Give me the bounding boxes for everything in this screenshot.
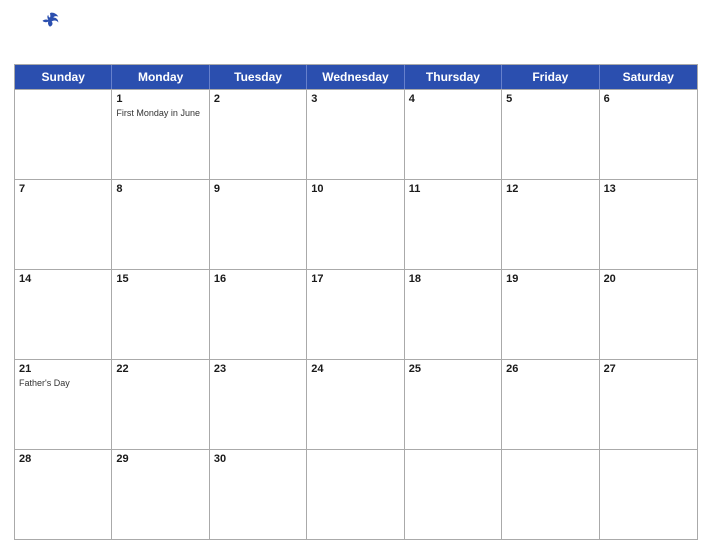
day-number: 25: [409, 362, 497, 377]
calendar-cell: [502, 450, 599, 539]
calendar-cell: [15, 90, 112, 179]
calendar-cell: 21Father's Day: [15, 360, 112, 449]
weekday-header-thursday: Thursday: [405, 65, 502, 89]
calendar-cell: 2: [210, 90, 307, 179]
calendar-cell: 1First Monday in June: [112, 90, 209, 179]
calendar-cell: [405, 450, 502, 539]
day-number: 24: [311, 362, 399, 377]
weekday-header-tuesday: Tuesday: [210, 65, 307, 89]
calendar-cell: [600, 450, 697, 539]
day-number: 12: [506, 182, 594, 197]
calendar-header: [14, 10, 698, 60]
calendar-cell: 20: [600, 270, 697, 359]
logo-bird-icon: [40, 11, 60, 29]
calendar-cell: 14: [15, 270, 112, 359]
weekday-header-sunday: Sunday: [15, 65, 112, 89]
day-number: 14: [19, 272, 107, 287]
logo: [14, 10, 84, 29]
calendar-cell: 6: [600, 90, 697, 179]
event-label: Father's Day: [19, 378, 107, 389]
day-number: 1: [116, 92, 204, 107]
day-number: 22: [116, 362, 204, 377]
weekday-header-friday: Friday: [502, 65, 599, 89]
calendar-cell: 27: [600, 360, 697, 449]
day-number: 23: [214, 362, 302, 377]
day-number: 5: [506, 92, 594, 107]
calendar-cell: 8: [112, 180, 209, 269]
calendar-week-2: 789 10 11 12 13: [15, 179, 697, 269]
day-number: 18: [409, 272, 497, 287]
day-number: 26: [506, 362, 594, 377]
weekday-header-wednesday: Wednesday: [307, 65, 404, 89]
calendar-page: SundayMondayTuesdayWednesdayThursdayFrid…: [0, 0, 712, 550]
calendar-cell: [307, 450, 404, 539]
day-number: 3: [311, 92, 399, 107]
day-number: 15: [116, 272, 204, 287]
calendar-cell: 4: [405, 90, 502, 179]
calendar-cell: 18: [405, 270, 502, 359]
day-number: 13: [604, 182, 693, 197]
calendar-cell: 19: [502, 270, 599, 359]
calendar-cell: 13: [600, 180, 697, 269]
calendar-cell: 7: [15, 180, 112, 269]
calendar-cell: 24: [307, 360, 404, 449]
calendar-week-5: 28 29 30: [15, 449, 697, 539]
weekday-header-monday: Monday: [112, 65, 209, 89]
day-number: 28: [19, 452, 107, 467]
calendar-week-1: 1First Monday in June 23456: [15, 89, 697, 179]
calendar-cell: 9: [210, 180, 307, 269]
calendar-cell: 5: [502, 90, 599, 179]
day-number: 29: [116, 452, 204, 467]
day-number: 11: [409, 182, 497, 197]
event-label: First Monday in June: [116, 108, 204, 119]
calendar-cell: 3: [307, 90, 404, 179]
calendar-cell: 23: [210, 360, 307, 449]
day-number: 9: [214, 182, 302, 197]
calendar-cell: 17: [307, 270, 404, 359]
calendar-body: 1First Monday in June2345678910111213141…: [15, 89, 697, 539]
day-number: 17: [311, 272, 399, 287]
day-number: 21: [19, 362, 107, 377]
day-number: 30: [214, 452, 302, 467]
calendar-cell: 26: [502, 360, 599, 449]
calendar-cell: 28: [15, 450, 112, 539]
day-number: 7: [19, 182, 107, 197]
day-number: 27: [604, 362, 693, 377]
calendar-cell: 16: [210, 270, 307, 359]
day-number: 4: [409, 92, 497, 107]
calendar-cell: 22: [112, 360, 209, 449]
calendar-week-4: 21Father's Day 22 23 24 25 26 27: [15, 359, 697, 449]
calendar-cell: 10: [307, 180, 404, 269]
calendar-week-3: 14 15 16 17 18 19 20: [15, 269, 697, 359]
day-number: 8: [116, 182, 204, 197]
day-number: 16: [214, 272, 302, 287]
calendar-cell: 29: [112, 450, 209, 539]
calendar-cell: 11: [405, 180, 502, 269]
day-number: 20: [604, 272, 693, 287]
day-number: 2: [214, 92, 302, 107]
calendar-cell: 12: [502, 180, 599, 269]
calendar-cell: 25: [405, 360, 502, 449]
calendar-cell: 30: [210, 450, 307, 539]
weekday-header-saturday: Saturday: [600, 65, 697, 89]
day-number: 6: [604, 92, 693, 107]
calendar-cell: 15: [112, 270, 209, 359]
day-number: 10: [311, 182, 399, 197]
calendar-grid: SundayMondayTuesdayWednesdayThursdayFrid…: [14, 64, 698, 540]
weekday-header-row: SundayMondayTuesdayWednesdayThursdayFrid…: [15, 65, 697, 89]
day-number: 19: [506, 272, 594, 287]
